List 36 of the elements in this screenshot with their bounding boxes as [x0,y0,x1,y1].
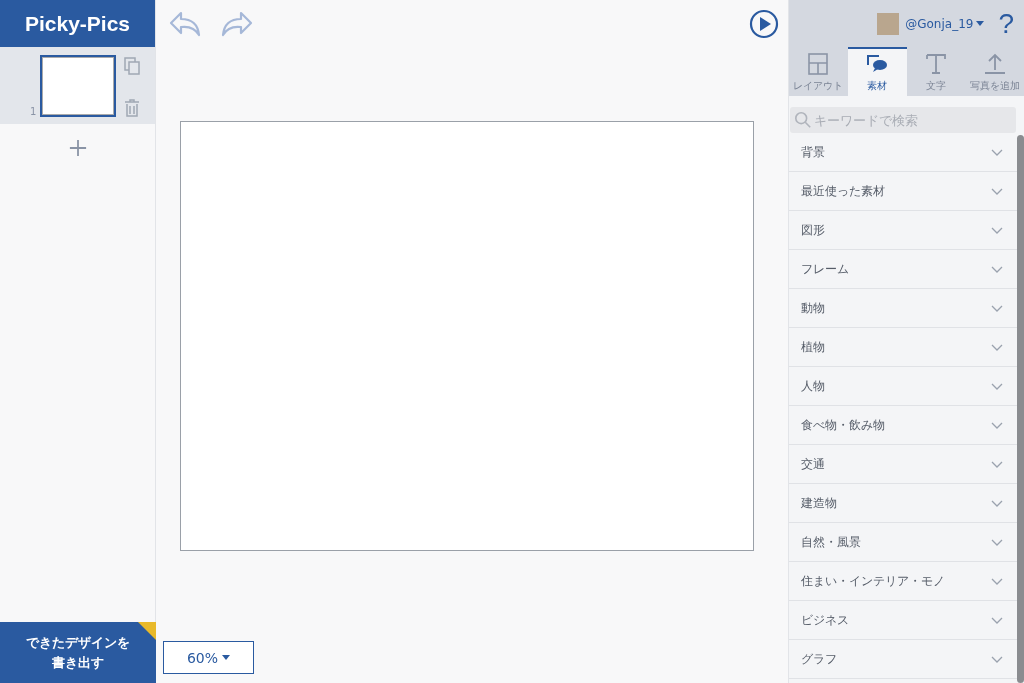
design-canvas[interactable] [180,121,754,551]
user-menu[interactable]: @Gonja_19 [905,16,993,31]
chevron-icon [991,304,1003,312]
chevron-icon [991,655,1003,663]
export-button[interactable]: できたデザインを書き出す [0,622,156,683]
avatar [877,12,900,35]
chevron-icon [991,265,1003,273]
undo-icon[interactable] [168,9,202,38]
help-button[interactable]: ? [998,7,1014,40]
caret-icon [222,655,231,660]
chevron-icon [991,460,1003,468]
chevron-icon [991,148,1003,156]
scrollbar[interactable] [1017,135,1024,683]
chevron-icon [991,421,1003,429]
chevron-icon [991,616,1003,624]
redo-icon[interactable] [220,9,254,38]
chevron-icon [991,538,1003,546]
caret-icon [976,21,985,26]
chevron-icon [991,226,1003,234]
chevron-icon [991,343,1003,351]
chevron-icon [991,499,1003,507]
trash-icon[interactable] [124,98,140,117]
text-icon [923,52,948,76]
layout-grid-icon [806,52,831,76]
duplicate-icon[interactable] [124,56,140,75]
page-thumbnail[interactable] [40,54,116,117]
chevron-icon [991,187,1003,195]
chevron-icon [991,382,1003,390]
chevron-icon [991,577,1003,585]
page-number: 1 [30,105,38,117]
add-page-icon[interactable] [68,139,87,157]
zoom-dropdown[interactable]: 60% [163,641,254,674]
upload-icon [982,52,1007,76]
app-logo[interactable]: Picky-Pics [0,0,155,47]
play-icon[interactable] [749,8,779,39]
tab[interactable]: 素材 [847,47,907,96]
